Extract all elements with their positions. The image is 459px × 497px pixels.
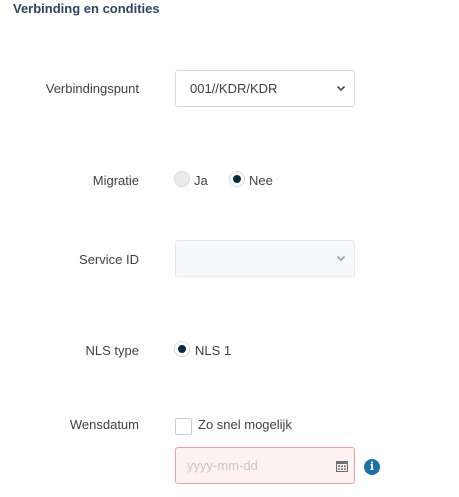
chevron-down-icon (336, 255, 346, 262)
nls-type-option-nls1[interactable]: NLS 1 (174, 341, 234, 361)
migratie-option-ja[interactable]: Ja (174, 171, 214, 191)
radio-label-nee: Nee (249, 173, 273, 188)
zo-snel-mogelijk-label[interactable]: Zo snel mogelijk (198, 417, 292, 432)
verbindingspunt-label: Verbindingspunt (45, 81, 139, 96)
migratie-label: Migratie (92, 173, 139, 188)
wensdatum-row: Wensdatum Zo snel mogelijk i (0, 417, 459, 487)
radio-nls1[interactable] (174, 341, 190, 357)
wensdatum-input[interactable] (176, 448, 337, 483)
nls-type-label: NLS type (85, 343, 139, 358)
chevron-down-icon (336, 85, 346, 92)
radio-label-ja: Ja (194, 173, 208, 188)
info-icon[interactable]: i (364, 459, 380, 475)
wensdatum-label: Wensdatum (69, 417, 139, 432)
wensdatum-date-field[interactable] (175, 447, 355, 484)
radio-label-nls1: NLS 1 (195, 343, 232, 358)
nls-type-row: NLS type NLS 1 (0, 341, 459, 361)
migratie-option-nee[interactable]: Nee (229, 171, 279, 191)
verbindingspunt-row: Verbindingspunt 001//KDR/KDR (0, 70, 459, 107)
radio-ja[interactable] (174, 171, 190, 187)
verbindingspunt-value: 001//KDR/KDR (190, 81, 278, 96)
verbindingspunt-select[interactable]: 001//KDR/KDR (175, 70, 355, 107)
calendar-icon[interactable] (336, 460, 348, 472)
service-id-row: Service ID (0, 240, 459, 277)
section-title: Verbinding en condities (13, 1, 160, 16)
migratie-row: Migratie Ja Nee (0, 171, 459, 191)
zo-snel-mogelijk-checkbox[interactable] (175, 418, 192, 435)
service-id-select[interactable] (175, 240, 355, 277)
service-id-label: Service ID (79, 252, 139, 267)
radio-nee[interactable] (229, 171, 245, 187)
